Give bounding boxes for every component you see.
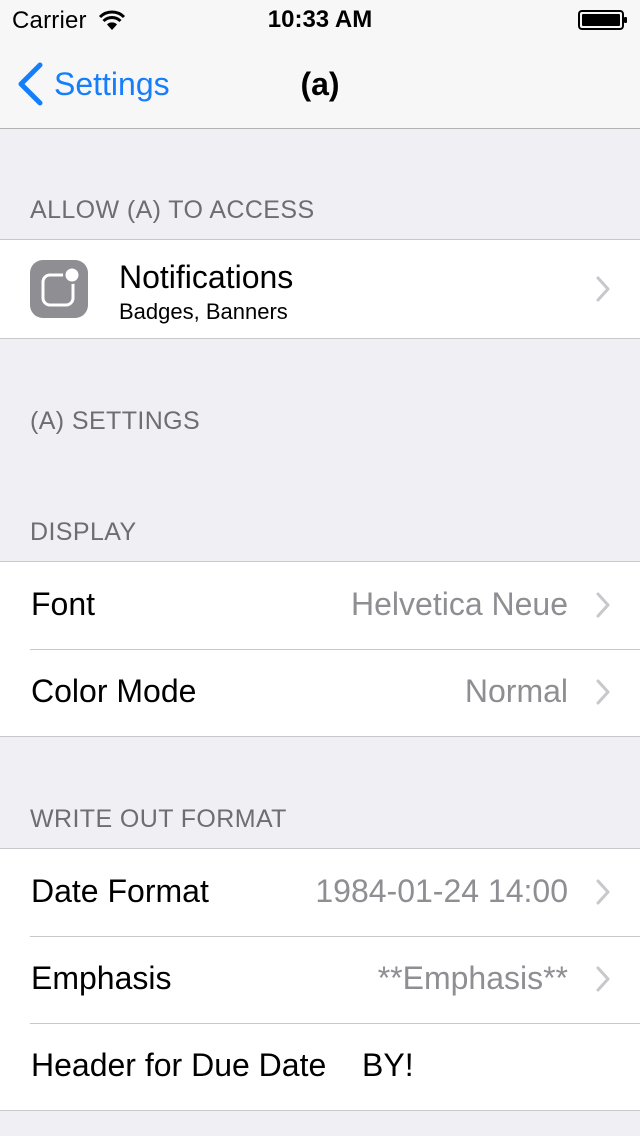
- page-title: (a): [300, 66, 340, 102]
- notifications-row[interactable]: Notifications Badges, Banners: [0, 240, 640, 338]
- navigation-bar: Settings (a): [0, 40, 640, 129]
- font-row[interactable]: Font Helvetica Neue: [0, 562, 640, 649]
- header-due-date-row[interactable]: Header for Due Date BY!: [0, 1023, 640, 1110]
- font-value: Helvetica Neue: [351, 586, 568, 622]
- write-out-format-group: Date Format 1984-01-24 14:00 Emphasis **…: [0, 848, 640, 1111]
- battery-icon: [578, 10, 627, 30]
- chevron-right-icon: [596, 276, 610, 302]
- section-header-app-settings: (A) SETTINGS: [30, 407, 201, 435]
- clock: 10:33 AM: [267, 6, 373, 33]
- chevron-right-icon: [596, 966, 610, 992]
- section-header-display: DISPLAY: [30, 518, 137, 546]
- allow-access-group: Notifications Badges, Banners: [0, 239, 640, 339]
- emphasis-label: Emphasis: [31, 960, 172, 996]
- date-format-row[interactable]: Date Format 1984-01-24 14:00: [0, 849, 640, 936]
- color-mode-row[interactable]: Color Mode Normal: [0, 649, 640, 736]
- color-mode-label: Color Mode: [31, 673, 197, 709]
- section-header-write-out-format: WRITE OUT FORMAT: [30, 805, 287, 833]
- date-format-label: Date Format: [31, 873, 209, 909]
- chevron-right-icon: [596, 592, 610, 618]
- header-due-date-label: Header for Due Date: [31, 1047, 327, 1083]
- emphasis-row[interactable]: Emphasis **Emphasis**: [0, 936, 640, 1023]
- notifications-icon: [30, 260, 88, 318]
- notifications-subtitle: Badges, Banners: [119, 299, 288, 324]
- font-label: Font: [31, 586, 96, 622]
- section-header-allow-access: ALLOW (A) TO ACCESS: [30, 196, 315, 224]
- chevron-right-icon: [596, 679, 610, 705]
- color-mode-value: Normal: [464, 673, 568, 709]
- date-format-value: 1984-01-24 14:00: [315, 873, 568, 909]
- display-group: Font Helvetica Neue Color Mode Normal: [0, 561, 640, 737]
- header-due-date-value[interactable]: BY!: [362, 1047, 414, 1084]
- notifications-title: Notifications: [119, 259, 294, 295]
- chevron-right-icon: [596, 879, 610, 905]
- emphasis-value: **Emphasis**: [377, 960, 568, 996]
- status-bar: Carrier 10:33 AM: [0, 0, 640, 40]
